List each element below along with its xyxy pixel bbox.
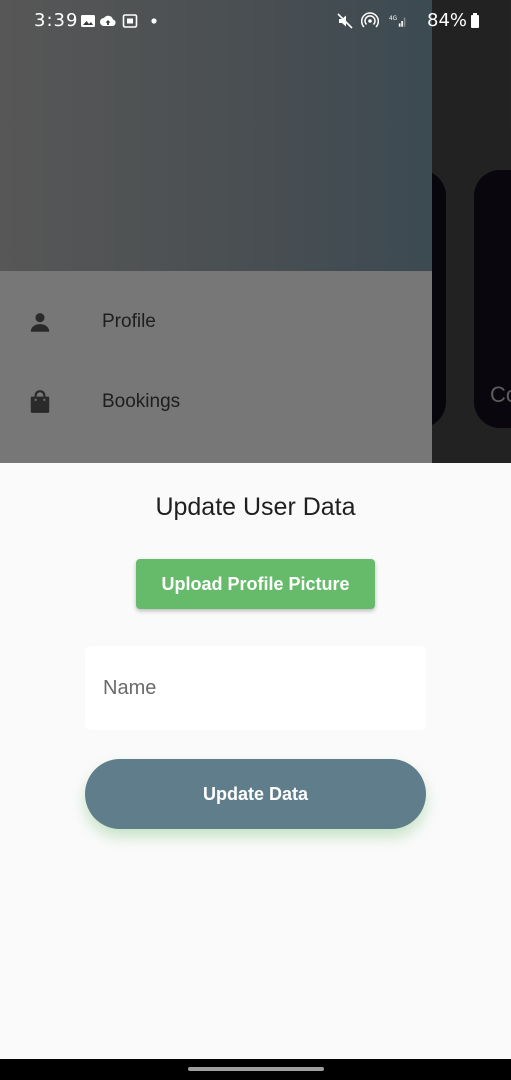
svg-text:4G: 4G — [389, 16, 397, 22]
battery-icon — [471, 13, 479, 28]
update-data-button[interactable]: Update Data — [85, 759, 426, 829]
4g-signal-icon: 4G — [389, 16, 406, 27]
drawer-item-label: Bookings — [102, 391, 181, 412]
status-bar: 3:39 4G 84% — [0, 0, 511, 42]
navigation-bar — [0, 1059, 511, 1080]
drawer-item-profile[interactable]: Profile — [0, 282, 432, 362]
shopping-bag-icon — [30, 390, 50, 413]
person-icon — [30, 313, 50, 332]
home-gesture-handle[interactable] — [188, 1067, 324, 1071]
cast-icon — [122, 14, 138, 28]
gallery-icon — [81, 15, 95, 27]
navigation-drawer: Profile Bookings — [0, 0, 432, 463]
sheet-title: Update User Data — [155, 493, 356, 521]
upload-profile-picture-button[interactable]: Upload Profile Picture — [136, 559, 375, 609]
battery-percentage: 84% — [427, 10, 468, 31]
status-time: 3:39 — [34, 10, 79, 31]
dot-icon — [151, 18, 157, 24]
hotspot-icon — [361, 12, 379, 28]
name-field-container — [85, 646, 426, 730]
drawer-item-label: Profile — [102, 311, 156, 332]
name-input[interactable] — [85, 646, 426, 730]
drawer-item-bookings[interactable]: Bookings — [0, 362, 432, 442]
app-screen: Co Profile Bookings 3:39 — [0, 0, 511, 1080]
mute-icon — [337, 13, 353, 29]
update-user-bottom-sheet: Update User Data Upload Profile Picture … — [0, 463, 511, 1059]
cloud-upload-icon — [100, 15, 116, 26]
